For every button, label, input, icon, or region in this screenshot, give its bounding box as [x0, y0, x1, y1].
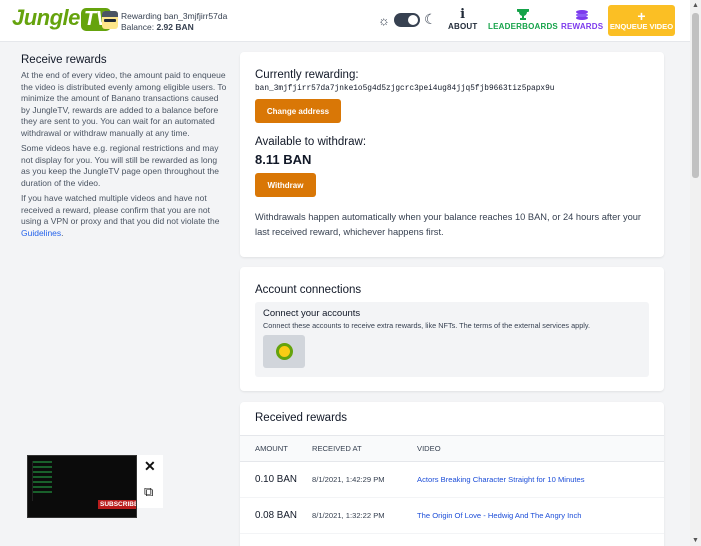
- received-rewards-title: Received rewards: [240, 402, 664, 436]
- jungletv-logo[interactable]: Jungle TV: [12, 5, 112, 31]
- moon-icon: ☾: [424, 11, 437, 27]
- connect-accounts-subtitle: Connect these accounts to receive extra …: [263, 321, 591, 330]
- reward-amount: 0.10 BAN: [255, 474, 297, 485]
- plus-icon: +: [637, 8, 646, 24]
- avatar: [102, 11, 118, 29]
- rewards-button[interactable]: REWARDS: [561, 8, 603, 31]
- connect-accounts-box: Connect your accounts Connect these acco…: [255, 302, 649, 377]
- reward-received-at: 8/1/2021, 1:32:22 PM: [312, 511, 385, 520]
- enqueue-label: ENQUEUE VIDEO: [609, 22, 674, 31]
- description-paragraph-1: At the end of every video, the amount pa…: [21, 70, 227, 138]
- banano-coin-icon: [275, 343, 293, 360]
- coins-icon: [575, 8, 589, 22]
- table-header: Amount Received at Video: [240, 436, 664, 462]
- rewarding-address-text: Rewarding ban_3mjfjirr57da: [121, 11, 228, 21]
- description-paragraph-2: Some videos have e.g. regional restricti…: [21, 143, 220, 188]
- mini-video-player[interactable]: SUBSCRIBE: [27, 455, 137, 518]
- column-received-at: Received at: [312, 444, 362, 453]
- leaderboards-label: LEADERBOARDS: [488, 22, 558, 31]
- info-icon: i: [460, 7, 466, 22]
- currently-rewarding-label: Currently rewarding:: [255, 69, 359, 81]
- rewards-description: Receive rewards At the end of every vide…: [21, 54, 227, 243]
- external-link-icon[interactable]: ⧉: [144, 484, 153, 500]
- sun-icon: ☼: [378, 13, 390, 28]
- table-row: 0.10 BAN 8/1/2021, 1:42:29 PM Actors Bre…: [240, 462, 664, 498]
- balance-label: Balance:: [121, 22, 155, 32]
- about-label: ABOUT: [448, 22, 478, 31]
- page-scrollbar[interactable]: ▲ ▼: [690, 0, 701, 546]
- guidelines-link[interactable]: Guidelines: [21, 228, 61, 238]
- rewarding-card: Currently rewarding: ban_3mjfjirr57da7jn…: [240, 52, 664, 257]
- account-connections-card: Account connections Connect your account…: [240, 267, 664, 391]
- scrollbar-thumb[interactable]: [692, 13, 699, 178]
- trophy-icon: [516, 8, 529, 22]
- reward-video-link[interactable]: The Origin Of Love - Hedwig And The Angr…: [417, 511, 664, 520]
- page-title: Receive rewards: [21, 54, 107, 66]
- description-paragraph-3: If you have watched multiple videos and …: [21, 193, 220, 238]
- top-navigation-bar: Jungle TV Rewarding ban_3mjfjirr57da Bala…: [0, 0, 690, 42]
- rewarding-address: ban_3mjfjirr57da7jnke1o5g4d5zjgcrc3pei4u…: [255, 85, 555, 93]
- change-address-button[interactable]: Change address: [255, 99, 341, 123]
- rewarding-info: Rewarding ban_3mjfjirr57da Balance: 2.92…: [121, 11, 227, 33]
- subscribe-overlay: SUBSCRIBE: [98, 500, 136, 509]
- reward-received-at: 8/1/2021, 1:42:29 PM: [312, 475, 385, 484]
- about-button[interactable]: i ABOUT: [448, 7, 478, 32]
- account-connections-title: Account connections: [255, 284, 362, 296]
- reward-amount: 0.08 BAN: [255, 510, 297, 521]
- available-amount: 8.11 BAN: [255, 152, 312, 167]
- balance-value: 2.92 BAN: [156, 22, 194, 32]
- reward-video-link[interactable]: Actors Breaking Character Straight for 1…: [417, 475, 664, 484]
- scroll-down-arrow-icon[interactable]: ▼: [692, 537, 699, 544]
- video-frame: [32, 461, 52, 501]
- scroll-up-arrow-icon[interactable]: ▲: [692, 2, 699, 9]
- withdraw-button[interactable]: Withdraw: [255, 173, 316, 197]
- withdraw-note: Withdrawals happen automatically when yo…: [255, 212, 642, 237]
- table-row: 0.08 BAN 8/1/2021, 1:32:22 PM The Origin…: [240, 498, 664, 534]
- column-amount: Amount: [255, 444, 288, 453]
- available-to-withdraw-label: Available to withdraw:: [255, 136, 367, 148]
- dark-mode-toggle[interactable]: [394, 13, 420, 27]
- received-rewards-card: Received rewards Amount Received at Vide…: [240, 402, 664, 546]
- leaderboards-button[interactable]: LEADERBOARDS: [488, 8, 558, 31]
- logo-text: Jungle: [12, 5, 80, 30]
- column-video: Video: [417, 444, 441, 453]
- rewards-label: REWARDS: [561, 22, 604, 31]
- mini-player-controls: ✕ ⧉: [137, 455, 163, 508]
- connect-account-button[interactable]: [263, 335, 305, 368]
- connect-accounts-title: Connect your accounts: [263, 308, 361, 319]
- close-icon[interactable]: ✕: [144, 458, 156, 475]
- enqueue-video-button[interactable]: + ENQUEUE VIDEO: [608, 5, 675, 36]
